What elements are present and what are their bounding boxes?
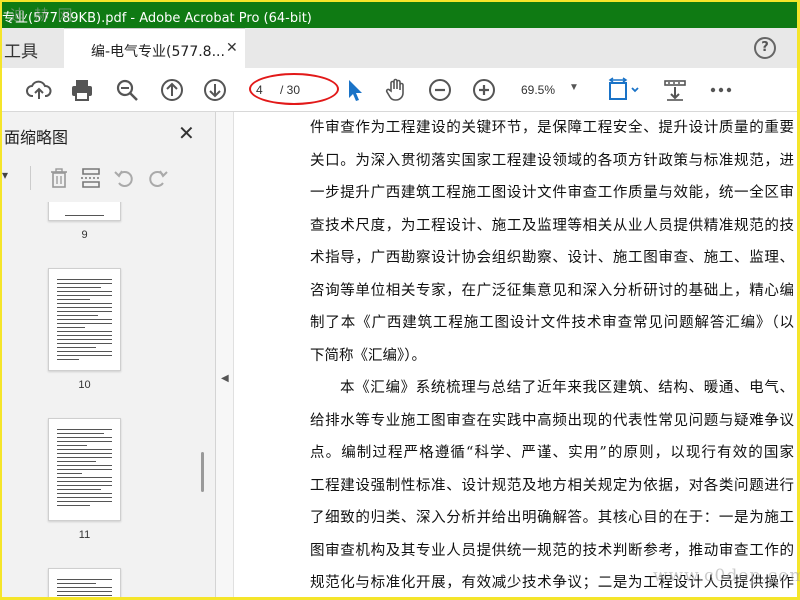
divider — [30, 166, 31, 190]
tab-document[interactable]: 编-电气专业(577.8... ✕ — [64, 28, 245, 68]
trash-icon[interactable] — [47, 166, 71, 190]
tab-bar: 工具 编-电气专业(577.8... ✕ ? — [2, 28, 797, 68]
thumbnail-page[interactable] — [48, 418, 121, 521]
page-up-icon[interactable] — [159, 77, 185, 103]
page-thumbnails-panel: 面缩略图 ✕ ▾ 9 10 11 — [2, 112, 216, 597]
document-tab-label: 编-电气专业(577.8... — [91, 44, 225, 60]
document-page: 件审查作为工程建设的关键环节，是保障工程安全、提升设计质量的重要 关口。为深入贯… — [310, 112, 794, 597]
insert-page-icon[interactable] — [79, 166, 103, 190]
rotate-cw-icon[interactable] — [146, 166, 170, 190]
thumbnail-page[interactable] — [48, 268, 121, 371]
zoom-out-magnifier-icon[interactable] — [114, 77, 140, 103]
title-bar: 专业(577.89KB).pdf - Adobe Acrobat Pro (64… — [2, 2, 797, 28]
panel-title: 面缩略图 — [4, 128, 69, 147]
thumbnail-list: 9 10 11 — [2, 202, 216, 597]
document-view[interactable]: 件审查作为工程建设的关键环节，是保障工程安全、提升设计质量的重要 关口。为深入贯… — [234, 112, 797, 597]
zoom-value: 69.5% — [521, 83, 556, 97]
text-line: 本《汇编》系统梳理与总结了近年来我区建筑、结构、暖通、电气、 — [340, 380, 794, 396]
page-down-icon[interactable] — [202, 77, 228, 103]
thumbnail-page-number: 11 — [78, 529, 91, 541]
tab-tools[interactable]: 工具 — [2, 28, 64, 68]
zoom-minus-icon[interactable] — [427, 77, 453, 103]
thumbnail-page-number: 9 — [81, 229, 88, 241]
main-toolbar: / 30 69.5% ▼ — [2, 68, 797, 112]
help-icon[interactable]: ? — [754, 37, 776, 59]
text-line: 一步提升广西建筑工程施工图设计文件审查工作质量与效能，统一全区审 — [310, 185, 794, 201]
thumbnail-page[interactable] — [48, 568, 121, 597]
hand-tool-icon[interactable] — [383, 77, 409, 103]
zoom-select[interactable]: 69.5% ▼ — [513, 78, 587, 102]
thumbnail-page[interactable] — [48, 202, 121, 221]
text-line: 点。编制过程严格遵循“科学、严谨、实用”的原则，以现行有效的国家 — [310, 445, 794, 461]
thumbnail-scrollbar[interactable] — [201, 452, 204, 492]
chevron-down-icon: ▼ — [569, 82, 579, 93]
close-panel-icon[interactable]: ✕ — [178, 121, 195, 145]
text-line: 下简称《汇编》）。 — [310, 347, 426, 364]
text-line: 查技术尺度，为工程设计、施工及监理等相关从业人员提供精准规范的技 — [310, 217, 794, 234]
upload-icon[interactable] — [26, 77, 52, 103]
acrobat-window: 专业(577.89KB).pdf - Adobe Acrobat Pro (64… — [2, 2, 797, 597]
text-line: 咨询等单位相关专家，在广泛征集意见和深入分析研讨的基础上，精心编 — [310, 282, 794, 299]
select-arrow-icon[interactable] — [342, 77, 368, 103]
red-annotation-oval — [249, 73, 339, 105]
thumbnail-page-number: 10 — [78, 379, 91, 391]
scroll-mode-icon[interactable] — [662, 77, 688, 103]
watermark-text: www.c0dop.com — [653, 566, 800, 586]
text-line: 件审查作为工程建设的关键环节，是保障工程安全、提升设计质量的重要 — [310, 120, 794, 136]
more-icon[interactable] — [708, 77, 734, 103]
fit-page-icon[interactable] — [607, 77, 643, 103]
watermark-text: 迪 赫 网 — [10, 6, 75, 24]
rotate-ccw-icon[interactable] — [112, 166, 136, 190]
print-icon[interactable] — [69, 77, 95, 103]
text-line: 图审查机构及其专业人员提供统一规范的技术判断参考，推动审查工作的 — [310, 542, 794, 559]
text-line: 工程建设强制性标准、设计规范及地方相关规定为依据，对各类问题进行 — [310, 477, 794, 494]
thumbnail-toolbar: ▾ — [2, 160, 216, 196]
close-tab-icon[interactable]: ✕ — [226, 40, 238, 56]
text-line: 给排水等专业施工图审查在实践中高频出现的代表性常见问题与疑难争议 — [310, 412, 794, 429]
text-line: 了细致的归类、深入分析并给出明确解答。其核心目的在于：一是为施工 — [310, 510, 794, 526]
text-line: 关口。为深入贯彻落实国家工程建设领域的各项方针政策与标准规范，进 — [310, 152, 794, 169]
collapse-left-icon[interactable]: ◀ — [221, 373, 229, 384]
text-line: 术指导，广西勘察设计协会组织勘察、设计、施工图审查、施工、监理、 — [310, 250, 794, 266]
panel-collapse-strip[interactable]: ◀ — [216, 112, 234, 597]
zoom-plus-icon[interactable] — [471, 77, 497, 103]
text-line: 制了本《广西建筑工程施工图设计文件技术审查常见问题解答汇编》（以 — [310, 315, 794, 331]
options-dropdown-icon[interactable]: ▾ — [2, 168, 8, 182]
